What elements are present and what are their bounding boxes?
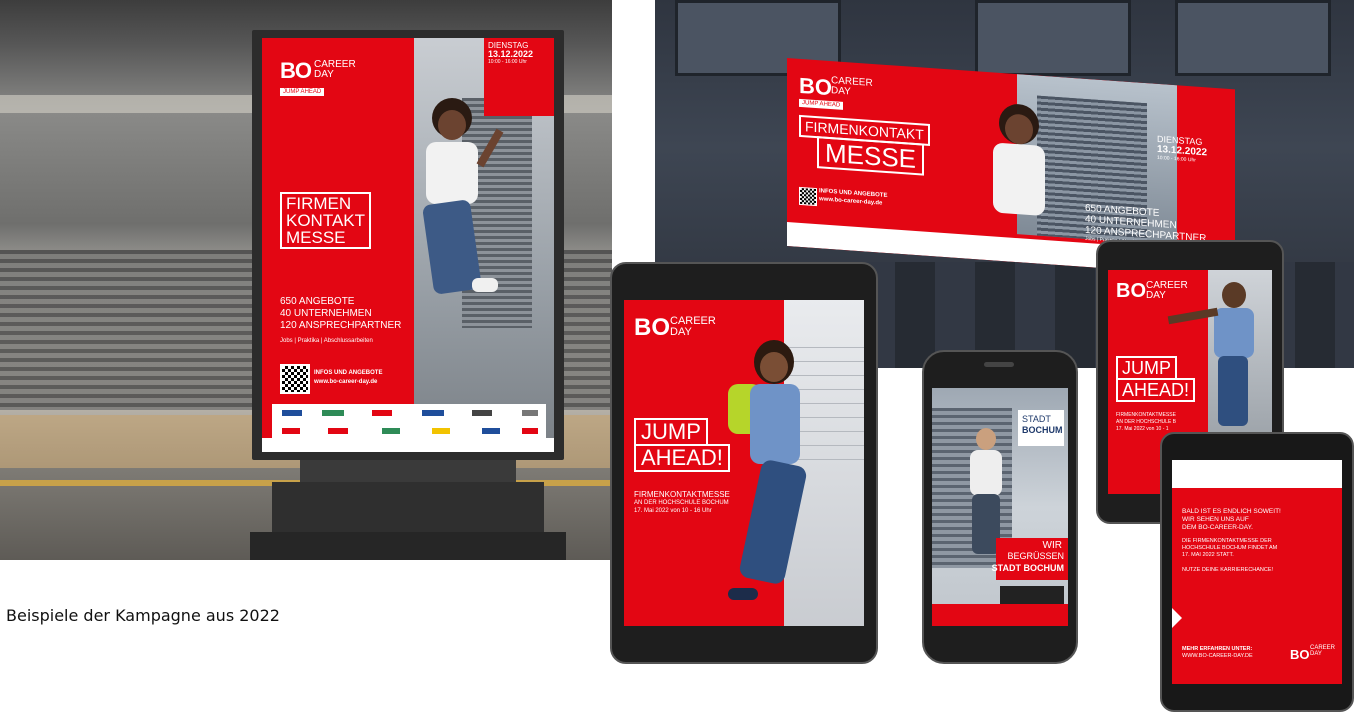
banner-qr-code	[799, 186, 817, 207]
billboard-jump-ahead-tag: JUMP AHEAD	[280, 88, 325, 96]
tablet-right-logo: BO CAREER DAY	[1116, 280, 1188, 302]
banner-jump-ahead-tag: JUMP AHEAD	[799, 98, 844, 110]
phone-stadt-bochum: STADT BOCHUM	[991, 563, 1064, 573]
tablet-front-url: WWW.BO-CAREER-DAY.DE	[1182, 653, 1253, 659]
billboard-info-url: www.bo-career-day.de	[314, 379, 378, 385]
billboard-sub: Jobs | Praktika | Abschlussarbeiten	[280, 338, 373, 344]
billboard-time: 10:00 - 16:00 Uhr	[488, 59, 527, 65]
tablet-left: BO CAREER DAY JUMP AHEAD! FIRMENKONTAKTM…	[610, 262, 878, 664]
tablet-left-sub2: AN DER HOCHSCHULE BOCHUM	[634, 500, 729, 506]
tablet-front-message: BALD IST ES ENDLICH SOWEIT! WIR SEHEN UN…	[1182, 508, 1281, 573]
banner-logo: BO CAREER DAY	[799, 72, 873, 101]
phone-begruessen: BEGRÜSSEN	[1007, 551, 1064, 561]
phone-wir: WIR	[1042, 540, 1062, 551]
tablet-right-headline: JUMP AHEAD!	[1116, 356, 1196, 402]
caption: Beispiele der Kampagne aus 2022	[6, 606, 280, 625]
billboard-poster: DIENSTAG 13.12.2022 10:00 - 16:00 Uhr BO…	[262, 38, 554, 452]
stadt-bochum-logo: STADT BOCHUM	[1018, 410, 1064, 446]
tablet-right-sub1: FIRMENKONTAKTMESSE	[1116, 412, 1176, 418]
tablet-front-more: MEHR ERFAHREN UNTER:	[1182, 646, 1253, 652]
tablet-front-logo: BO CAREER DAY	[1290, 645, 1336, 662]
tablet-right-sub3: 17. Mai 2022 von 10 - 1	[1116, 426, 1169, 432]
smartphone: STADT BOCHUM WIR BEGRÜSSEN STADT BOCHUM	[922, 350, 1078, 664]
tablet-left-logo: BO CAREER DAY	[634, 314, 716, 341]
banner-headline: FIRMENKONTAKT MESSE	[799, 114, 930, 176]
billboard-date-day: DIENSTAG	[488, 41, 529, 50]
sponsor-logo-strip	[272, 404, 546, 446]
tablet-left-sub3: 17. Mai 2022 von 10 - 16 Uhr	[634, 508, 712, 514]
billboard-logo: BO CAREER DAY	[280, 58, 356, 83]
billboard-headline: FIRMEN KONTAKT MESSE	[280, 192, 372, 249]
banner-woman-photo	[977, 101, 1067, 237]
tablet-left-woman-photo	[720, 340, 830, 620]
tablet-front: BALD IST ES ENDLICH SOWEIT! WIR SEHEN UN…	[1160, 432, 1354, 712]
billboard-date: 13.12.2022	[488, 49, 534, 59]
billboard-stats: 650 ANGEBOTE 40 UNTERNEHMEN 120 ANSPRECH…	[280, 296, 402, 331]
jumping-woman-photo	[402, 98, 512, 348]
qr-code	[280, 364, 310, 394]
tablet-left-headline: JUMP AHEAD!	[634, 418, 730, 472]
billboard-info-title: INFOS UND ANGEBOTE	[314, 370, 383, 376]
tablet-right-sub2: AN DER HOCHSCHULE B	[1116, 419, 1177, 425]
tablet-left-sub1: FIRMENKONTAKTMESSE	[634, 490, 730, 499]
billboard-scene: DIENSTAG 13.12.2022 10:00 - 16:00 Uhr BO…	[0, 0, 612, 560]
